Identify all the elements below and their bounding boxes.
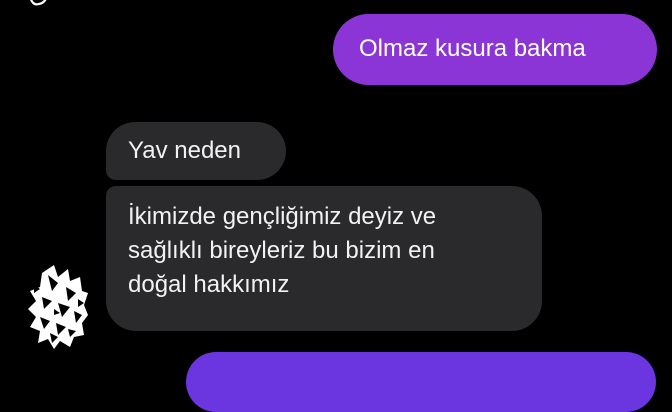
houndstooth-avatar-icon xyxy=(28,265,88,349)
incoming-message-bubble[interactable]: Yav neden xyxy=(106,122,286,180)
contact-avatar[interactable] xyxy=(28,263,88,349)
seen-indicator-icon xyxy=(30,0,47,6)
incoming-message-bubble[interactable]: İkimizde gençliğimiz deyiz ve sağlıklı b… xyxy=(106,186,542,331)
outgoing-message-bubble[interactable]: Olmaz kusura bakma xyxy=(333,14,657,85)
outgoing-message-bubble[interactable] xyxy=(186,352,656,412)
